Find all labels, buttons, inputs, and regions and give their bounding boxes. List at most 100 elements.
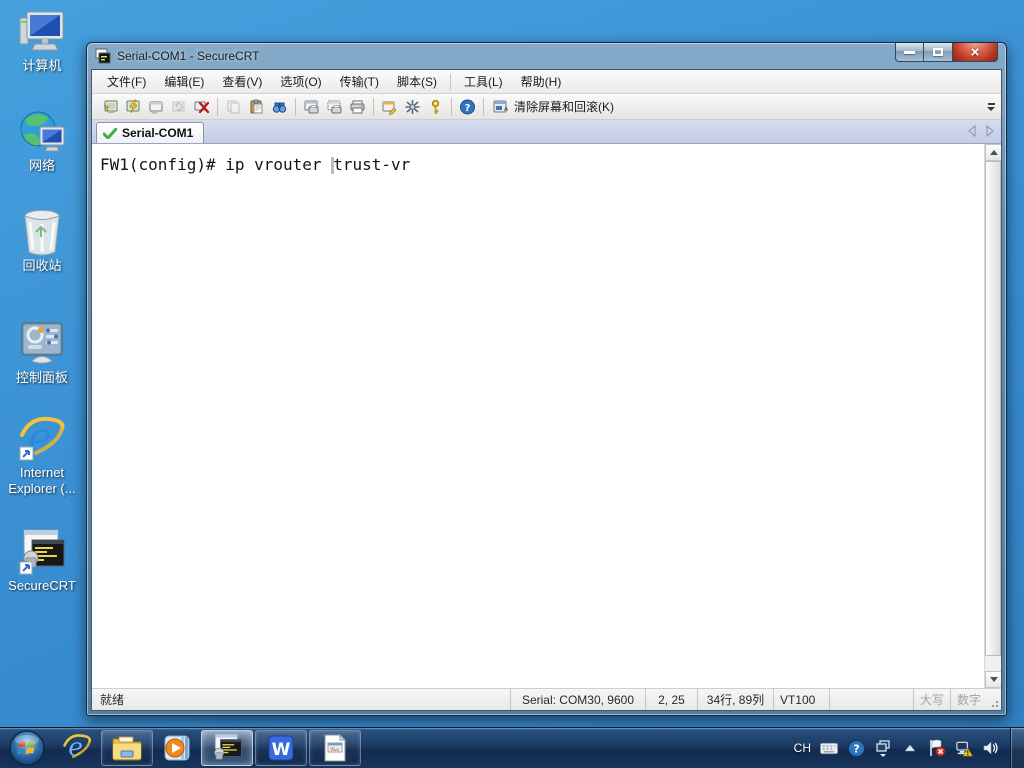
- securecrt-window: Serial-COM1 - SecureCRT × 文件(F) 编辑(E) 查看…: [86, 42, 1007, 716]
- keymap-icon[interactable]: [401, 96, 424, 118]
- status-ready: 就绪: [100, 693, 125, 707]
- desktop-icon-securecrt[interactable]: SecureCRT: [0, 528, 84, 594]
- system-tray: CH ?: [794, 728, 1006, 768]
- wps-w-icon: W: [268, 735, 294, 761]
- scrollbar-thumb[interactable]: [985, 161, 1001, 656]
- toolbar-separator: [451, 97, 452, 116]
- desktop-icon-recycle-bin[interactable]: 回收站: [0, 208, 84, 274]
- taskbar-windows-explorer[interactable]: [101, 730, 153, 766]
- desktop-icon-network[interactable]: 网络: [0, 108, 84, 174]
- keyboard-icon[interactable]: [820, 739, 838, 757]
- status-blank-segment: [828, 689, 913, 710]
- show-desktop-button[interactable]: [1010, 728, 1024, 768]
- status-emulation: VT100: [772, 689, 829, 710]
- scroll-down-button[interactable]: [985, 671, 1001, 688]
- minimize-glyph: [904, 50, 915, 54]
- connected-check-icon: [103, 127, 117, 139]
- recycle-bin-icon: [17, 208, 67, 256]
- help-icon[interactable]: ?: [456, 96, 479, 118]
- find-icon[interactable]: [268, 96, 291, 118]
- chevron-down-icon: [987, 107, 995, 111]
- menu-tools[interactable]: 工具(L): [455, 70, 512, 93]
- document-app-icon: 9&a: [324, 733, 347, 762]
- vertical-scrollbar[interactable]: [984, 144, 1001, 688]
- control-panel-icon: [17, 320, 67, 368]
- arrow-up-icon: [989, 150, 998, 155]
- status-bar: 就绪 Serial: COM30, 9600 2, 25 34行, 89列 VT…: [92, 688, 1001, 710]
- desktop-icon-label: 控制面板: [15, 370, 68, 385]
- status-screen-size: 34行, 89列: [696, 689, 773, 710]
- tab-serial-com1[interactable]: Serial-COM1: [96, 122, 205, 143]
- new-session-icon[interactable]: [144, 96, 167, 118]
- menu-transfer[interactable]: 传输(T): [331, 70, 388, 93]
- show-hidden-icons-icon[interactable]: [901, 739, 919, 757]
- menu-script[interactable]: 脚本(S): [388, 70, 446, 93]
- menu-edit[interactable]: 编辑(E): [155, 70, 213, 93]
- svg-text:W: W: [272, 740, 291, 760]
- start-button[interactable]: [0, 728, 54, 768]
- toolbar-separator: [295, 97, 296, 116]
- window-title: Serial-COM1 - SecureCRT: [117, 49, 260, 63]
- network-warning-icon[interactable]: [955, 739, 973, 757]
- taskbar-wps-writer[interactable]: W: [255, 730, 307, 766]
- action-center-flag-icon[interactable]: [928, 739, 946, 757]
- internet-explorer-icon: e: [17, 415, 67, 463]
- taskbar-generic-app[interactable]: 9&a: [309, 730, 361, 766]
- status-num-lock: 数字: [949, 689, 987, 710]
- taskbar-securecrt[interactable]: [201, 730, 253, 766]
- terminal-screen[interactable]: FW1(config)# ip vrouter trust-vr: [92, 144, 984, 688]
- menu-separator: [449, 73, 451, 90]
- toolbar-overflow-button[interactable]: [984, 98, 998, 116]
- menu-file[interactable]: 文件(F): [98, 70, 155, 93]
- print-screen-icon[interactable]: [300, 96, 323, 118]
- scroll-up-button[interactable]: [985, 144, 1001, 161]
- toolbar: ? A 清除屏幕和回滚(K): [92, 94, 1001, 120]
- help-icon[interactable]: ?: [847, 739, 865, 757]
- desktop-icon-internet-explorer[interactable]: e Internet Explorer (...: [0, 415, 84, 497]
- print-icon[interactable]: [346, 96, 369, 118]
- svg-text:?: ?: [465, 103, 471, 114]
- connect-icon[interactable]: [98, 96, 121, 118]
- maximize-button[interactable]: [924, 43, 953, 62]
- key-agent-icon[interactable]: [424, 96, 447, 118]
- toolbar-window-icon[interactable]: [874, 739, 892, 757]
- overflow-bar: [987, 103, 995, 105]
- menu-options[interactable]: 选项(O): [271, 70, 330, 93]
- terminal-area: FW1(config)# ip vrouter trust-vr: [92, 144, 1001, 688]
- minimize-button[interactable]: [895, 43, 924, 62]
- menu-view[interactable]: 查看(V): [213, 70, 271, 93]
- terminal-text: FW1(config)# ip vrouter: [100, 155, 332, 174]
- paste-icon[interactable]: [245, 96, 268, 118]
- copy-icon[interactable]: [222, 96, 245, 118]
- tab-scroll-left-icon[interactable]: [967, 125, 977, 137]
- clear-screen-button[interactable]: A 清除屏幕和回滚(K): [488, 96, 621, 118]
- desktop-icon-label: 网络: [28, 158, 55, 173]
- media-player-icon: [164, 735, 190, 761]
- desktop-icon-control-panel[interactable]: 控制面板: [0, 320, 84, 386]
- taskbar-internet-explorer[interactable]: e: [55, 730, 99, 766]
- tab-label: Serial-COM1: [122, 126, 194, 140]
- internet-explorer-icon: e: [63, 733, 92, 762]
- network-icon: [17, 108, 67, 156]
- desktop-icon-computer[interactable]: 计算机: [0, 8, 84, 74]
- reconnect-icon[interactable]: [167, 96, 190, 118]
- securecrt-app-icon: [95, 48, 111, 64]
- print-selection-icon[interactable]: [323, 96, 346, 118]
- disconnect-icon[interactable]: [190, 96, 213, 118]
- speaker-icon[interactable]: [982, 739, 1000, 757]
- session-options-icon[interactable]: [378, 96, 401, 118]
- status-cursor-position: 2, 25: [644, 689, 697, 710]
- toolbar-separator: [373, 97, 374, 116]
- maximize-glyph: [933, 48, 943, 56]
- tab-scroll-right-icon[interactable]: [985, 125, 995, 137]
- taskbar-media-player[interactable]: [155, 730, 199, 766]
- desktop-icon-label: SecureCRT: [8, 578, 76, 593]
- desktop-icon-label: Internet Explorer (...: [8, 465, 76, 496]
- close-button[interactable]: ×: [953, 43, 998, 62]
- status-caps-lock: 大写: [912, 689, 950, 710]
- resize-grip[interactable]: [987, 689, 1001, 710]
- quick-connect-icon[interactable]: [121, 96, 144, 118]
- menu-help[interactable]: 帮助(H): [512, 70, 571, 93]
- language-indicator[interactable]: CH: [794, 741, 811, 755]
- window-titlebar[interactable]: Serial-COM1 - SecureCRT ×: [87, 43, 1006, 69]
